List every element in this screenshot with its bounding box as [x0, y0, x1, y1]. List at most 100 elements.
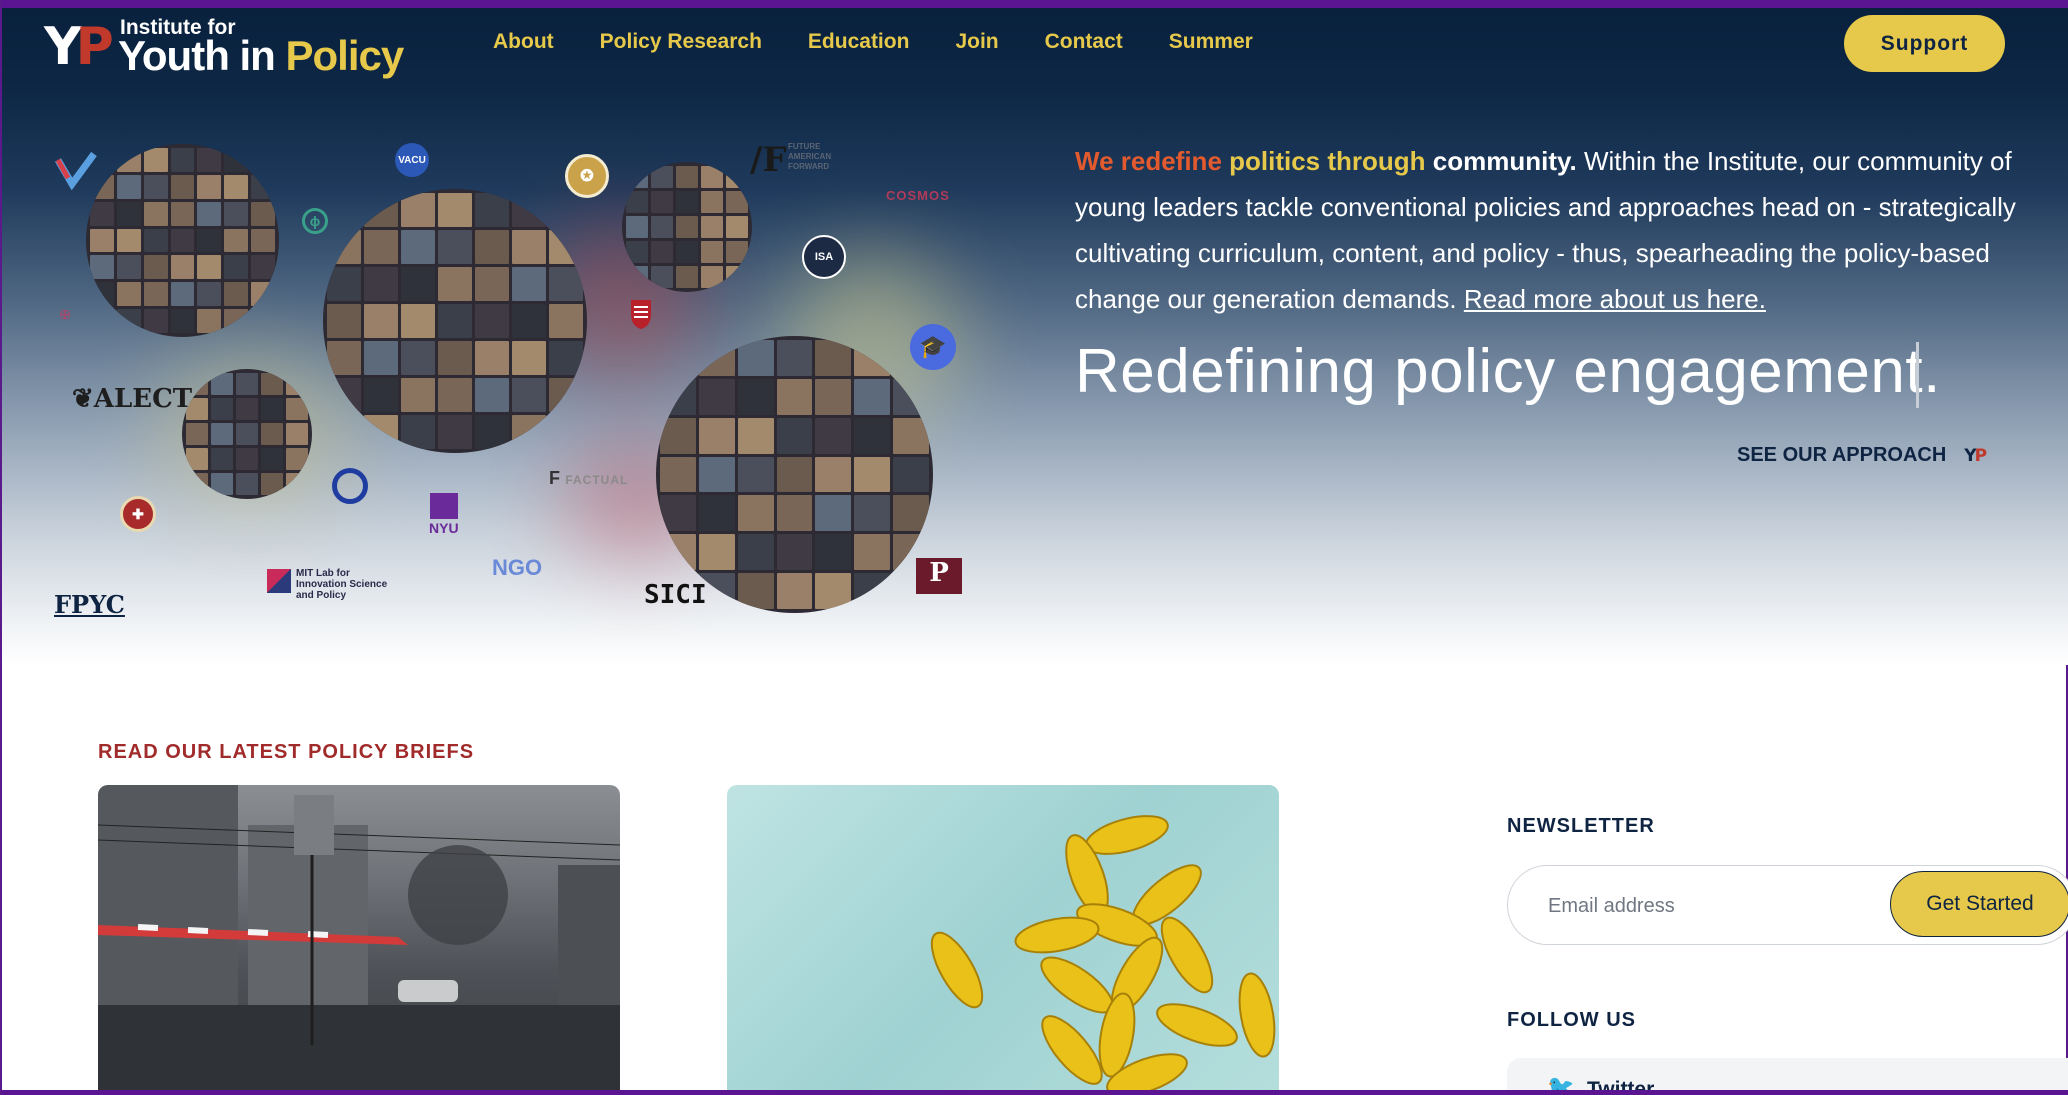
video-tile [236, 423, 258, 445]
video-tile [364, 304, 398, 338]
video-tile [261, 373, 283, 395]
fpyc-logo: FPYC [54, 590, 125, 619]
video-tile [776, 378, 813, 415]
policy-brief-card[interactable] [98, 785, 620, 1095]
video-tile [364, 415, 398, 449]
video-tile [438, 304, 472, 338]
video-tile [475, 267, 509, 301]
video-tile [251, 148, 275, 172]
nav-join[interactable]: Join [955, 30, 998, 54]
video-tile [438, 378, 472, 412]
video-tile [197, 228, 222, 253]
video-tile [197, 148, 222, 172]
community-photo-bubble [656, 336, 933, 613]
video-tile [651, 266, 673, 288]
video-tile [676, 216, 698, 238]
alect-logo: ❦ALECT [72, 384, 193, 414]
support-button[interactable]: Support [1844, 15, 2005, 72]
video-tile [660, 378, 696, 415]
video-tile [651, 166, 673, 188]
graduation-cap-icon: 🎓 [910, 324, 956, 370]
video-tile [224, 174, 249, 199]
hero-tagline: Redefining policy engagement. [1075, 337, 1941, 406]
video-tile [726, 166, 748, 188]
video-tile [401, 415, 435, 449]
video-tile [438, 267, 472, 301]
video-tile [261, 473, 283, 495]
video-tile [236, 473, 258, 495]
video-tile [893, 378, 929, 415]
video-tile [116, 228, 141, 253]
video-tile [701, 166, 723, 188]
community-photo-bubble [182, 369, 312, 499]
video-tile [224, 228, 249, 253]
policy-brief-card[interactable] [727, 785, 1279, 1095]
nav-summer[interactable]: Summer [1169, 30, 1253, 54]
video-tile [401, 230, 435, 264]
email-input[interactable] [1548, 890, 1868, 922]
site-logo[interactable]: YP Institute for Youth in Policy [44, 16, 404, 79]
video-tile [815, 534, 852, 571]
see-our-approach-link[interactable]: SEE OUR APPROACH YP [1737, 444, 1987, 467]
video-tile [475, 193, 509, 227]
video-tile [893, 456, 929, 493]
get-started-button[interactable]: Get Started [1890, 871, 2068, 937]
video-tile [261, 423, 283, 445]
video-tile [438, 230, 472, 264]
video-tile [116, 255, 141, 280]
video-tile [626, 216, 648, 238]
video-tile [211, 423, 233, 445]
small-crest-icon: ✠ [60, 308, 71, 322]
video-tile [698, 495, 735, 532]
read-more-link[interactable]: Read more about us here. [1464, 284, 1766, 314]
video-tile [401, 341, 435, 375]
video-tile [776, 456, 813, 493]
nav-about[interactable]: About [493, 30, 554, 54]
video-tile [549, 230, 583, 264]
video-tile [170, 174, 195, 199]
video-tile [211, 473, 233, 495]
video-tile [327, 267, 361, 301]
video-tile [364, 378, 398, 412]
community-photo-bubble [86, 144, 279, 337]
video-tile [170, 148, 195, 172]
video-tile [651, 191, 673, 213]
video-tile [211, 398, 233, 420]
c-circle-logo-icon [332, 468, 368, 504]
video-tile [364, 267, 398, 301]
video-tile [676, 191, 698, 213]
video-tile [512, 304, 546, 338]
video-tile [626, 266, 648, 288]
video-tile [251, 255, 275, 280]
video-tile [475, 415, 509, 449]
eagle-seal-icon: ✪ [565, 154, 609, 198]
video-tile [327, 193, 361, 227]
video-tile [676, 166, 698, 188]
hero-section: YP Institute for Youth in Policy About P… [2, 0, 2068, 665]
future-forward-logo: FUTURE AMERICAN FORWARD [788, 142, 832, 171]
video-tile [143, 255, 168, 280]
cosmos-logo: COSMOS [886, 188, 950, 203]
video-tile [116, 282, 141, 307]
ngo-logo: NGO [492, 555, 543, 580]
video-tile [364, 193, 398, 227]
video-tile [815, 417, 852, 454]
video-tile [197, 255, 222, 280]
video-tile [893, 417, 929, 454]
nav-policy-research[interactable]: Policy Research [600, 30, 762, 54]
video-tile [224, 282, 249, 307]
video-tile [251, 228, 275, 253]
yp-small-logo-icon: YP [1964, 445, 1987, 466]
nav-education[interactable]: Education [808, 30, 910, 54]
sici-logo: SICI [644, 580, 707, 610]
community-photo-bubble [323, 189, 587, 453]
video-tile [251, 174, 275, 199]
video-tile [475, 230, 509, 264]
video-tile [626, 241, 648, 263]
video-tile [401, 193, 435, 227]
nav-contact[interactable]: Contact [1045, 30, 1123, 54]
video-tile [676, 266, 698, 288]
video-tile [90, 228, 114, 253]
video-tile [815, 378, 852, 415]
video-tile [286, 373, 308, 395]
